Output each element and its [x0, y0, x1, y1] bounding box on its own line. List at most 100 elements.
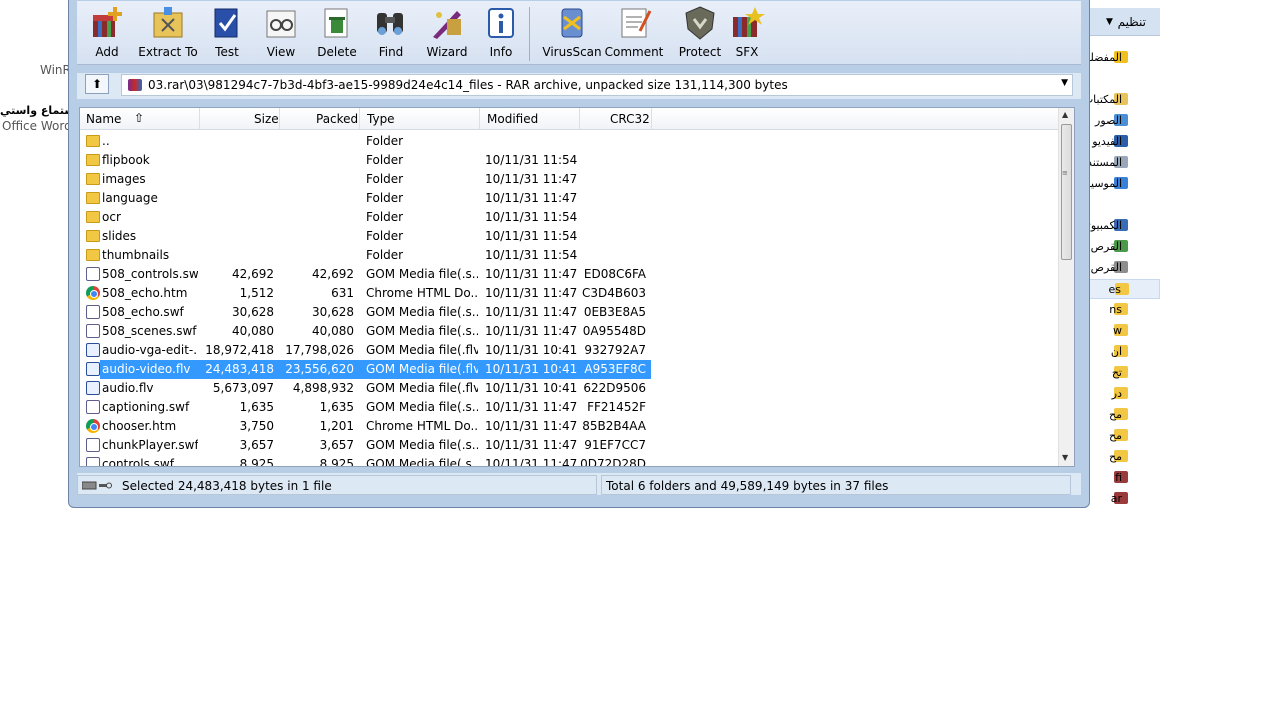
column-divider[interactable] [199, 108, 200, 130]
explorer-nav-item[interactable]: الفيديو [1086, 132, 1160, 152]
swf-file-icon [86, 267, 100, 281]
file-list[interactable]: Name ⇧ Size Packed Type Modified CRC32 .… [79, 107, 1075, 467]
winrar-window: FileCommandsToolsFavoritesOptionsHelp Ad… [68, 0, 1090, 508]
file-row[interactable]: ocr Folder 10/11/31 11:54 ... [80, 208, 1060, 227]
scroll-down-arrow-icon[interactable]: ▼ [1062, 453, 1068, 462]
explorer-nav-item[interactable]: الموسيقى [1076, 174, 1160, 194]
sfx-button[interactable]: SFX [723, 5, 771, 63]
file-row[interactable]: language Folder 10/11/31 11:47 ... [80, 189, 1060, 208]
explorer-nav-item[interactable]: fi [1086, 468, 1160, 488]
file-row[interactable]: images Folder 10/11/31 11:47 ... [80, 170, 1060, 189]
explorer-nav-item[interactable]: w [1086, 321, 1160, 341]
explorer-nav-item[interactable]: المفضلة [1085, 48, 1160, 68]
test-icon [207, 5, 247, 41]
column-divider[interactable] [479, 108, 480, 130]
archive-path-field[interactable]: 03.rar\03\981294c7-7b3d-4bf3-ae15-9989d2… [121, 74, 1073, 96]
comment-button[interactable]: Comment [601, 5, 667, 63]
cell-size: 24,483,418 [205, 362, 274, 376]
scrollbar-thumb[interactable] [1061, 124, 1072, 260]
explorer-nav-label: مح [1109, 408, 1122, 421]
file-row[interactable]: controls.swf 8,925 8,925 GOM Media file(.s.… [80, 455, 1060, 467]
column-header-name[interactable]: Name [86, 112, 121, 126]
cell-type: Folder [366, 210, 404, 224]
swf-file-icon [86, 305, 100, 319]
cell-size: 3,657 [239, 438, 274, 452]
cell-name: .. [102, 134, 110, 148]
cell-crc: 0D72D28D [580, 457, 646, 467]
test-button[interactable]: Test [203, 5, 251, 63]
file-row[interactable]: 508_echo.htm 1,512 631 Chrome HTML Do... 10/… [80, 284, 1060, 303]
explorer-nav-label: w [1113, 324, 1122, 337]
cell-modified: 10/11/31 11:47 ... [485, 438, 577, 452]
explorer-nav-item[interactable]: الصور [1086, 111, 1160, 131]
cell-type: GOM Media file(.s... [366, 400, 478, 414]
column-divider[interactable] [651, 108, 652, 130]
explorer-nav-item[interactable]: ns [1086, 300, 1160, 320]
status-bar: Selected 24,483,418 bytes in 1 file Tota… [77, 473, 1081, 495]
add-button[interactable]: Add [83, 5, 131, 63]
cell-size: 30,628 [232, 305, 274, 319]
explorer-nav-item[interactable]: مح [1086, 447, 1160, 467]
file-row[interactable]: chunkPlayer.swf 3,657 3,657 GOM Media file(… [80, 436, 1060, 455]
column-header-type[interactable]: Type [367, 112, 395, 126]
file-row[interactable]: slides Folder 10/11/31 11:54 ... [80, 227, 1060, 246]
cell-modified: 10/11/31 11:47 ... [485, 286, 577, 300]
file-row[interactable]: 508_scenes.swf 40,080 40,080 GOM Media file… [80, 322, 1060, 341]
column-header-size[interactable]: Size [254, 112, 279, 126]
file-row[interactable]: 508_controls.swf 42,692 42,692 GOM Media fi… [80, 265, 1060, 284]
scroll-up-arrow-icon[interactable]: ▲ [1062, 110, 1068, 119]
organize-button[interactable]: تنظيم [1118, 15, 1146, 29]
column-divider[interactable] [579, 108, 580, 130]
file-row[interactable]: 508_echo.swf 30,628 30,628 GOM Media file(.… [80, 303, 1060, 322]
toolbar-button-label: Wizard [426, 45, 468, 59]
swf-file-icon [86, 400, 100, 414]
delete-button[interactable]: Delete [313, 5, 361, 63]
file-row[interactable]: flipbook Folder 10/11/31 11:54 ... [80, 151, 1060, 170]
find-button[interactable]: Find [367, 5, 415, 63]
info-button[interactable]: Info [477, 5, 525, 63]
file-row[interactable]: .. Folder [80, 132, 1060, 151]
cell-size: 1,635 [239, 400, 274, 414]
up-one-level-button[interactable]: ⬆ [85, 74, 109, 94]
cell-packed: 23,556,620 [285, 362, 354, 376]
column-divider[interactable] [279, 108, 280, 130]
file-row[interactable]: audio-vga-edit-... 18,972,418 17,798,026 GO… [80, 341, 1060, 360]
cell-modified: 10/11/31 10:41 ... [485, 362, 577, 376]
column-header-crc32[interactable]: CRC32 [610, 112, 650, 126]
file-row[interactable]: audio-video.flv 24,483,418 23,556,620 GOM M… [80, 360, 1060, 379]
column-header-modified[interactable]: Modified [487, 112, 538, 126]
file-row[interactable]: captioning.swf 1,635 1,635 GOM Media file(.… [80, 398, 1060, 417]
column-divider[interactable] [359, 108, 360, 130]
column-header-packed[interactable]: Packed [316, 112, 358, 126]
file-row[interactable]: chooser.htm 3,750 1,201 Chrome HTML Do... 10… [80, 417, 1060, 436]
extract-to-button[interactable]: Extract To [135, 5, 201, 63]
virusscan-button[interactable]: VirusScan [539, 5, 605, 63]
file-row[interactable]: audio.flv 5,673,097 4,898,932 GOM Media fil… [80, 379, 1060, 398]
explorer-nav-item[interactable]: در [1086, 384, 1160, 404]
cell-type: GOM Media file(.s... [366, 457, 478, 467]
cell-size: 40,080 [232, 324, 274, 338]
view-button[interactable]: View [257, 5, 305, 63]
vertical-scrollbar[interactable]: ▲ ≡ ▼ [1058, 108, 1074, 466]
explorer-nav-label: fi [1115, 471, 1122, 484]
toolbar-button-label: SFX [735, 45, 759, 59]
cell-crc: 622D9506 [583, 381, 646, 395]
address-bar: ⬆ 03.rar\03\981294c7-7b3d-4bf3-ae15-9989… [77, 73, 1081, 99]
explorer-nav-item[interactable]: القرص [1086, 237, 1160, 257]
cell-type: GOM Media file(.flv) [366, 362, 478, 376]
explorer-nav-item[interactable]: مح [1086, 426, 1160, 446]
explorer-nav-item[interactable]: المكتبات [1083, 90, 1160, 110]
wizard-button[interactable]: Wizard [423, 5, 471, 63]
explorer-nav-item[interactable]: es [1086, 279, 1160, 299]
toolbar-button-label: Add [95, 45, 119, 59]
flv-file-icon [86, 362, 100, 376]
explorer-nav-item[interactable]: ar [1086, 489, 1160, 509]
explorer-nav-item[interactable]: تح [1086, 363, 1160, 383]
explorer-nav-item[interactable]: الكمبيوتر [1082, 216, 1160, 236]
explorer-nav-item[interactable]: مح [1086, 405, 1160, 425]
explorer-nav-item[interactable]: ان [1086, 342, 1160, 362]
chevron-down-icon[interactable]: ▼ [1061, 78, 1068, 88]
file-row[interactable]: thumbnails Folder 10/11/31 11:54 ... [80, 246, 1060, 265]
explorer-nav-item[interactable]: القرص [1086, 258, 1160, 278]
explorer-nav-item[interactable]: المستندات [1074, 153, 1160, 173]
